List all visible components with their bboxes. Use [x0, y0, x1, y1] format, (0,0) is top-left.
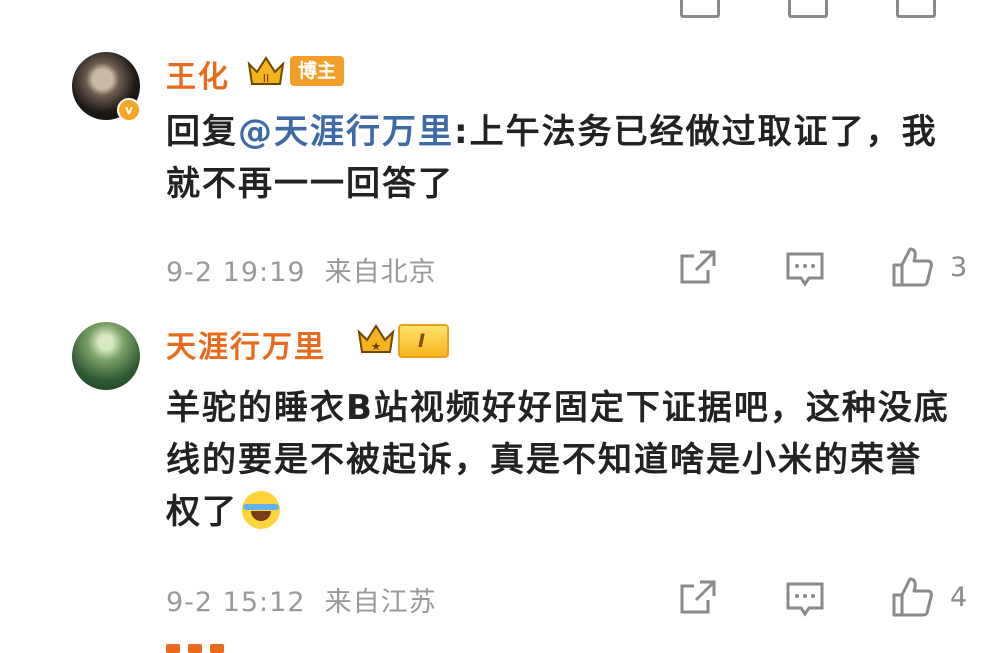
location: 来自北京 — [324, 257, 437, 288]
comment-text: 回复@天涯行万里:上午法务已经做过取证了，我就不再一一回答了 — [166, 106, 966, 210]
comment-meta: 9-2 19:19 来自北京 — [166, 250, 437, 289]
location: 来自江苏 — [324, 587, 437, 618]
crown-icon: II — [247, 56, 285, 85]
verified-icon: v — [117, 98, 141, 122]
laugh-cry-emoji — [242, 491, 280, 529]
like-count: 3 — [950, 252, 968, 283]
comment-icon[interactable] — [788, 0, 828, 18]
like-icon[interactable] — [890, 245, 934, 289]
like-count: 4 — [950, 582, 968, 613]
avatar[interactable] — [72, 322, 140, 390]
crown-icon: ★ — [357, 324, 395, 353]
comment-meta: 9-2 15:12 来自江苏 — [166, 580, 437, 619]
reply-prefix: 回复 — [166, 112, 238, 152]
user-level-badge: I — [398, 324, 450, 358]
user-level: II — [263, 72, 270, 85]
timestamp: 9-2 19:19 — [166, 257, 306, 288]
username[interactable]: 王化 — [166, 52, 230, 96]
svg-text:★: ★ — [371, 340, 381, 353]
like-icon[interactable] — [896, 0, 936, 18]
like-icon[interactable] — [890, 575, 934, 619]
comment-icon[interactable] — [785, 250, 825, 290]
previous-comment-footer — [0, 0, 1000, 18]
comment-text: 羊驼的睡衣B站视频好好固定下证据吧，这种没底线的要是不被起诉，真是不知道啥是小米… — [166, 382, 956, 538]
blogger-tag: 博主 — [290, 56, 345, 86]
mention-link[interactable]: @天涯行万里 — [238, 112, 454, 152]
next-comment-username-cut — [166, 644, 226, 653]
timestamp: 9-2 15:12 — [166, 587, 306, 618]
share-icon[interactable] — [680, 0, 720, 18]
comment-icon[interactable] — [785, 580, 825, 620]
username[interactable]: 天涯行万里 — [166, 322, 326, 366]
share-icon[interactable] — [678, 578, 718, 618]
comment-body: 羊驼的睡衣B站视频好好固定下证据吧，这种没底线的要是不被起诉，真是不知道啥是小米… — [166, 388, 950, 532]
share-icon[interactable] — [678, 248, 718, 288]
